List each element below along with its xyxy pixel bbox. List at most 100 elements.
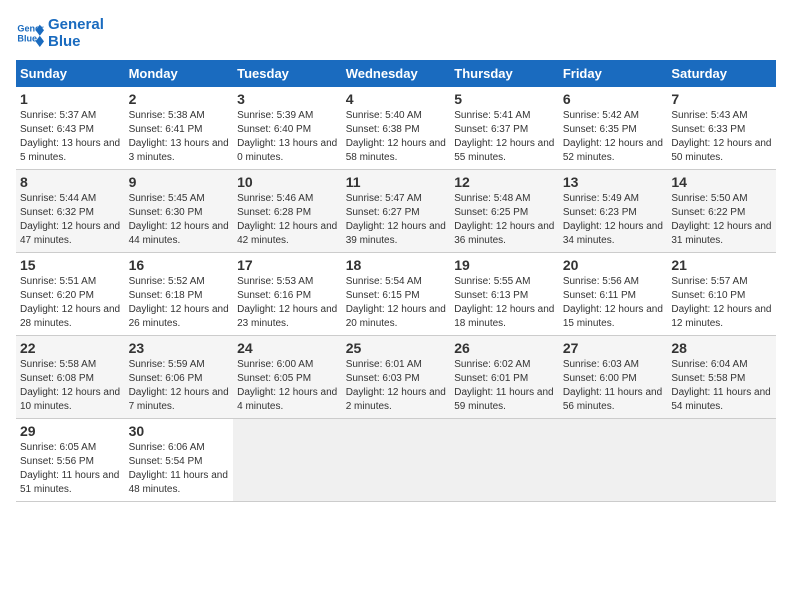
empty-cell bbox=[450, 419, 559, 502]
day-cell-2: 2 Sunrise: 5:38 AMSunset: 6:41 PMDayligh… bbox=[125, 87, 234, 170]
day-cell-4: 4 Sunrise: 5:40 AMSunset: 6:38 PMDayligh… bbox=[342, 87, 451, 170]
calendar-header-row: SundayMondayTuesdayWednesdayThursdayFrid… bbox=[16, 60, 776, 87]
day-number: 3 bbox=[237, 91, 338, 107]
day-number: 28 bbox=[671, 340, 772, 356]
logo-text: GeneralBlue bbox=[48, 16, 104, 50]
day-info: Sunrise: 6:01 AMSunset: 6:03 PMDaylight:… bbox=[346, 358, 447, 414]
col-header-tuesday: Tuesday bbox=[233, 60, 342, 87]
day-number: 10 bbox=[237, 174, 338, 190]
day-cell-18: 18 Sunrise: 5:54 AMSunset: 6:15 PMDaylig… bbox=[342, 253, 451, 336]
day-info: Sunrise: 5:49 AMSunset: 6:23 PMDaylight:… bbox=[563, 192, 664, 248]
week-row-5: 29 Sunrise: 6:05 AMSunset: 5:56 PMDaylig… bbox=[16, 419, 776, 502]
day-info: Sunrise: 5:43 AMSunset: 6:33 PMDaylight:… bbox=[671, 109, 772, 165]
day-info: Sunrise: 5:52 AMSunset: 6:18 PMDaylight:… bbox=[129, 275, 230, 331]
day-cell-12: 12 Sunrise: 5:48 AMSunset: 6:25 PMDaylig… bbox=[450, 170, 559, 253]
col-header-sunday: Sunday bbox=[16, 60, 125, 87]
day-number: 16 bbox=[129, 257, 230, 273]
day-cell-3: 3 Sunrise: 5:39 AMSunset: 6:40 PMDayligh… bbox=[233, 87, 342, 170]
day-info: Sunrise: 6:00 AMSunset: 6:05 PMDaylight:… bbox=[237, 358, 338, 414]
day-cell-21: 21 Sunrise: 5:57 AMSunset: 6:10 PMDaylig… bbox=[667, 253, 776, 336]
day-cell-30: 30 Sunrise: 6:06 AMSunset: 5:54 PMDaylig… bbox=[125, 419, 234, 502]
day-cell-26: 26 Sunrise: 6:02 AMSunset: 6:01 PMDaylig… bbox=[450, 336, 559, 419]
day-number: 1 bbox=[20, 91, 121, 107]
calendar-table: SundayMondayTuesdayWednesdayThursdayFrid… bbox=[16, 60, 776, 502]
day-info: Sunrise: 6:05 AMSunset: 5:56 PMDaylight:… bbox=[20, 441, 121, 497]
day-number: 20 bbox=[563, 257, 664, 273]
day-number: 8 bbox=[20, 174, 121, 190]
day-cell-14: 14 Sunrise: 5:50 AMSunset: 6:22 PMDaylig… bbox=[667, 170, 776, 253]
day-number: 27 bbox=[563, 340, 664, 356]
day-info: Sunrise: 6:04 AMSunset: 5:58 PMDaylight:… bbox=[671, 358, 772, 414]
day-number: 2 bbox=[129, 91, 230, 107]
day-info: Sunrise: 6:03 AMSunset: 6:00 PMDaylight:… bbox=[563, 358, 664, 414]
day-cell-27: 27 Sunrise: 6:03 AMSunset: 6:00 PMDaylig… bbox=[559, 336, 668, 419]
logo-icon: General Blue bbox=[16, 19, 44, 47]
day-info: Sunrise: 5:56 AMSunset: 6:11 PMDaylight:… bbox=[563, 275, 664, 331]
week-row-3: 15 Sunrise: 5:51 AMSunset: 6:20 PMDaylig… bbox=[16, 253, 776, 336]
empty-cell bbox=[233, 419, 342, 502]
col-header-thursday: Thursday bbox=[450, 60, 559, 87]
day-number: 12 bbox=[454, 174, 555, 190]
day-number: 21 bbox=[671, 257, 772, 273]
day-info: Sunrise: 5:59 AMSunset: 6:06 PMDaylight:… bbox=[129, 358, 230, 414]
day-info: Sunrise: 5:39 AMSunset: 6:40 PMDaylight:… bbox=[237, 109, 338, 165]
day-info: Sunrise: 5:41 AMSunset: 6:37 PMDaylight:… bbox=[454, 109, 555, 165]
day-info: Sunrise: 6:06 AMSunset: 5:54 PMDaylight:… bbox=[129, 441, 230, 497]
day-info: Sunrise: 5:58 AMSunset: 6:08 PMDaylight:… bbox=[20, 358, 121, 414]
day-info: Sunrise: 5:47 AMSunset: 6:27 PMDaylight:… bbox=[346, 192, 447, 248]
svg-text:Blue: Blue bbox=[17, 33, 37, 43]
day-info: Sunrise: 5:37 AMSunset: 6:43 PMDaylight:… bbox=[20, 109, 121, 165]
day-info: Sunrise: 5:38 AMSunset: 6:41 PMDaylight:… bbox=[129, 109, 230, 165]
logo: General Blue GeneralBlue bbox=[16, 16, 104, 50]
day-cell-28: 28 Sunrise: 6:04 AMSunset: 5:58 PMDaylig… bbox=[667, 336, 776, 419]
day-number: 6 bbox=[563, 91, 664, 107]
day-number: 9 bbox=[129, 174, 230, 190]
day-info: Sunrise: 5:57 AMSunset: 6:10 PMDaylight:… bbox=[671, 275, 772, 331]
day-number: 4 bbox=[346, 91, 447, 107]
day-cell-7: 7 Sunrise: 5:43 AMSunset: 6:33 PMDayligh… bbox=[667, 87, 776, 170]
day-number: 14 bbox=[671, 174, 772, 190]
day-cell-9: 9 Sunrise: 5:45 AMSunset: 6:30 PMDayligh… bbox=[125, 170, 234, 253]
empty-cell bbox=[667, 419, 776, 502]
col-header-wednesday: Wednesday bbox=[342, 60, 451, 87]
day-number: 29 bbox=[20, 423, 121, 439]
day-info: Sunrise: 5:55 AMSunset: 6:13 PMDaylight:… bbox=[454, 275, 555, 331]
empty-cell bbox=[342, 419, 451, 502]
day-cell-24: 24 Sunrise: 6:00 AMSunset: 6:05 PMDaylig… bbox=[233, 336, 342, 419]
day-number: 15 bbox=[20, 257, 121, 273]
week-row-2: 8 Sunrise: 5:44 AMSunset: 6:32 PMDayligh… bbox=[16, 170, 776, 253]
col-header-monday: Monday bbox=[125, 60, 234, 87]
day-info: Sunrise: 5:40 AMSunset: 6:38 PMDaylight:… bbox=[346, 109, 447, 165]
day-info: Sunrise: 5:46 AMSunset: 6:28 PMDaylight:… bbox=[237, 192, 338, 248]
day-number: 30 bbox=[129, 423, 230, 439]
day-cell-20: 20 Sunrise: 5:56 AMSunset: 6:11 PMDaylig… bbox=[559, 253, 668, 336]
day-cell-22: 22 Sunrise: 5:58 AMSunset: 6:08 PMDaylig… bbox=[16, 336, 125, 419]
day-number: 17 bbox=[237, 257, 338, 273]
day-cell-25: 25 Sunrise: 6:01 AMSunset: 6:03 PMDaylig… bbox=[342, 336, 451, 419]
day-cell-16: 16 Sunrise: 5:52 AMSunset: 6:18 PMDaylig… bbox=[125, 253, 234, 336]
day-number: 18 bbox=[346, 257, 447, 273]
day-cell-13: 13 Sunrise: 5:49 AMSunset: 6:23 PMDaylig… bbox=[559, 170, 668, 253]
week-row-4: 22 Sunrise: 5:58 AMSunset: 6:08 PMDaylig… bbox=[16, 336, 776, 419]
day-cell-29: 29 Sunrise: 6:05 AMSunset: 5:56 PMDaylig… bbox=[16, 419, 125, 502]
col-header-saturday: Saturday bbox=[667, 60, 776, 87]
day-info: Sunrise: 5:44 AMSunset: 6:32 PMDaylight:… bbox=[20, 192, 121, 248]
day-info: Sunrise: 5:54 AMSunset: 6:15 PMDaylight:… bbox=[346, 275, 447, 331]
day-number: 25 bbox=[346, 340, 447, 356]
week-row-1: 1 Sunrise: 5:37 AMSunset: 6:43 PMDayligh… bbox=[16, 87, 776, 170]
day-info: Sunrise: 5:45 AMSunset: 6:30 PMDaylight:… bbox=[129, 192, 230, 248]
day-number: 11 bbox=[346, 174, 447, 190]
day-cell-10: 10 Sunrise: 5:46 AMSunset: 6:28 PMDaylig… bbox=[233, 170, 342, 253]
day-number: 23 bbox=[129, 340, 230, 356]
day-number: 22 bbox=[20, 340, 121, 356]
day-info: Sunrise: 6:02 AMSunset: 6:01 PMDaylight:… bbox=[454, 358, 555, 414]
day-cell-6: 6 Sunrise: 5:42 AMSunset: 6:35 PMDayligh… bbox=[559, 87, 668, 170]
day-info: Sunrise: 5:50 AMSunset: 6:22 PMDaylight:… bbox=[671, 192, 772, 248]
day-number: 24 bbox=[237, 340, 338, 356]
day-number: 26 bbox=[454, 340, 555, 356]
day-number: 19 bbox=[454, 257, 555, 273]
day-number: 5 bbox=[454, 91, 555, 107]
page-header: General Blue GeneralBlue bbox=[16, 16, 776, 50]
day-number: 13 bbox=[563, 174, 664, 190]
day-cell-11: 11 Sunrise: 5:47 AMSunset: 6:27 PMDaylig… bbox=[342, 170, 451, 253]
